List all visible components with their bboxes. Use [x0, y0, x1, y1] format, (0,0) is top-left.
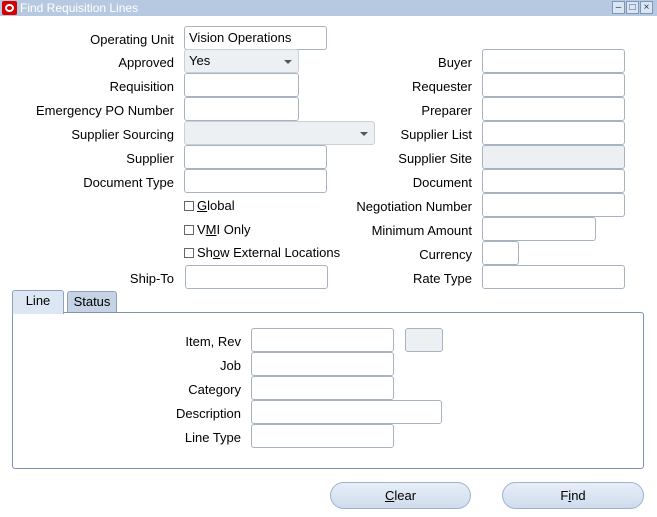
item-rev-label: Item, Rev — [185, 334, 241, 349]
requester-label: Requester — [412, 79, 472, 94]
supplier-label: Supplier — [126, 151, 174, 166]
document-type-field[interactable] — [184, 169, 327, 193]
description-label: Description — [175, 406, 241, 421]
buyer-field[interactable] — [482, 49, 625, 73]
tab-line[interactable]: Line — [12, 290, 64, 314]
currency-label: Currency — [419, 247, 472, 262]
checkbox-icon — [184, 248, 194, 258]
supplier-field[interactable] — [184, 145, 327, 169]
chevron-down-icon — [360, 132, 368, 136]
close-icon[interactable]: × — [640, 1, 653, 14]
ship-to-label: Ship-To — [129, 271, 174, 286]
supplier-list-field[interactable] — [482, 121, 625, 145]
document-field[interactable] — [482, 169, 625, 193]
line-tab-panel: Item, Rev Job Category Description Line … — [12, 312, 644, 469]
supplier-site-field[interactable] — [482, 145, 625, 169]
buyer-label: Buyer — [438, 55, 472, 70]
document-label: Document — [412, 175, 472, 190]
negotiation-number-field[interactable] — [482, 193, 625, 217]
rate-type-field[interactable] — [482, 265, 625, 289]
preparer-label: Preparer — [421, 103, 472, 118]
supplier-sourcing-label: Supplier Sourcing — [71, 127, 174, 142]
approved-select[interactable]: Yes — [184, 49, 299, 73]
negotiation-number-label: Negotiation Number — [356, 199, 472, 214]
currency-field[interactable] — [482, 241, 519, 265]
requisition-field[interactable] — [184, 73, 299, 97]
minimize-icon[interactable]: – — [612, 1, 625, 14]
maximize-icon[interactable]: □ — [626, 1, 639, 14]
clear-button[interactable]: Clear — [330, 482, 471, 509]
line-type-label: Line Type — [184, 430, 241, 445]
minimum-amount-field[interactable] — [482, 217, 596, 241]
job-field[interactable] — [251, 352, 394, 376]
vmi-only-checkbox[interactable]: VMI Only — [184, 222, 250, 238]
category-field[interactable] — [251, 376, 394, 400]
document-type-label: Document Type — [83, 175, 174, 190]
preparer-field[interactable] — [482, 97, 625, 121]
tab-status[interactable]: Status — [67, 291, 117, 313]
oracle-logo-icon — [2, 1, 17, 15]
requester-field[interactable] — [482, 73, 625, 97]
category-label: Category — [188, 382, 241, 397]
approved-value: Yes — [189, 53, 211, 68]
rate-type-label: Rate Type — [412, 271, 472, 286]
item-rev-field[interactable] — [251, 328, 394, 352]
supplier-sourcing-select[interactable] — [184, 121, 375, 145]
revision-field[interactable] — [405, 328, 443, 352]
approved-label: Approved — [118, 55, 174, 70]
checkbox-icon — [184, 201, 194, 211]
ship-to-field[interactable] — [185, 265, 328, 289]
line-type-field[interactable] — [251, 424, 394, 448]
show-external-locations-checkbox[interactable]: Show External Locations — [184, 245, 340, 261]
operating-unit-field[interactable]: Vision Operations — [184, 26, 327, 50]
requisition-label: Requisition — [109, 79, 174, 94]
global-checkbox[interactable]: Global — [184, 198, 235, 214]
window-title: Find Requisition Lines — [20, 1, 139, 15]
checkbox-icon — [184, 225, 194, 235]
supplier-site-label: Supplier Site — [398, 151, 472, 166]
job-label: Job — [220, 358, 241, 373]
find-button[interactable]: Find — [502, 482, 644, 509]
supplier-list-label: Supplier List — [400, 127, 472, 142]
minimum-amount-label: Minimum Amount — [371, 223, 472, 238]
chevron-down-icon — [284, 60, 292, 64]
title-bar: Find Requisition Lines – □ × — [0, 0, 657, 16]
description-field[interactable] — [251, 400, 442, 424]
emergency-po-label: Emergency PO Number — [36, 103, 174, 118]
emergency-po-field[interactable] — [184, 97, 299, 121]
operating-unit-label: Operating Unit — [90, 32, 174, 47]
